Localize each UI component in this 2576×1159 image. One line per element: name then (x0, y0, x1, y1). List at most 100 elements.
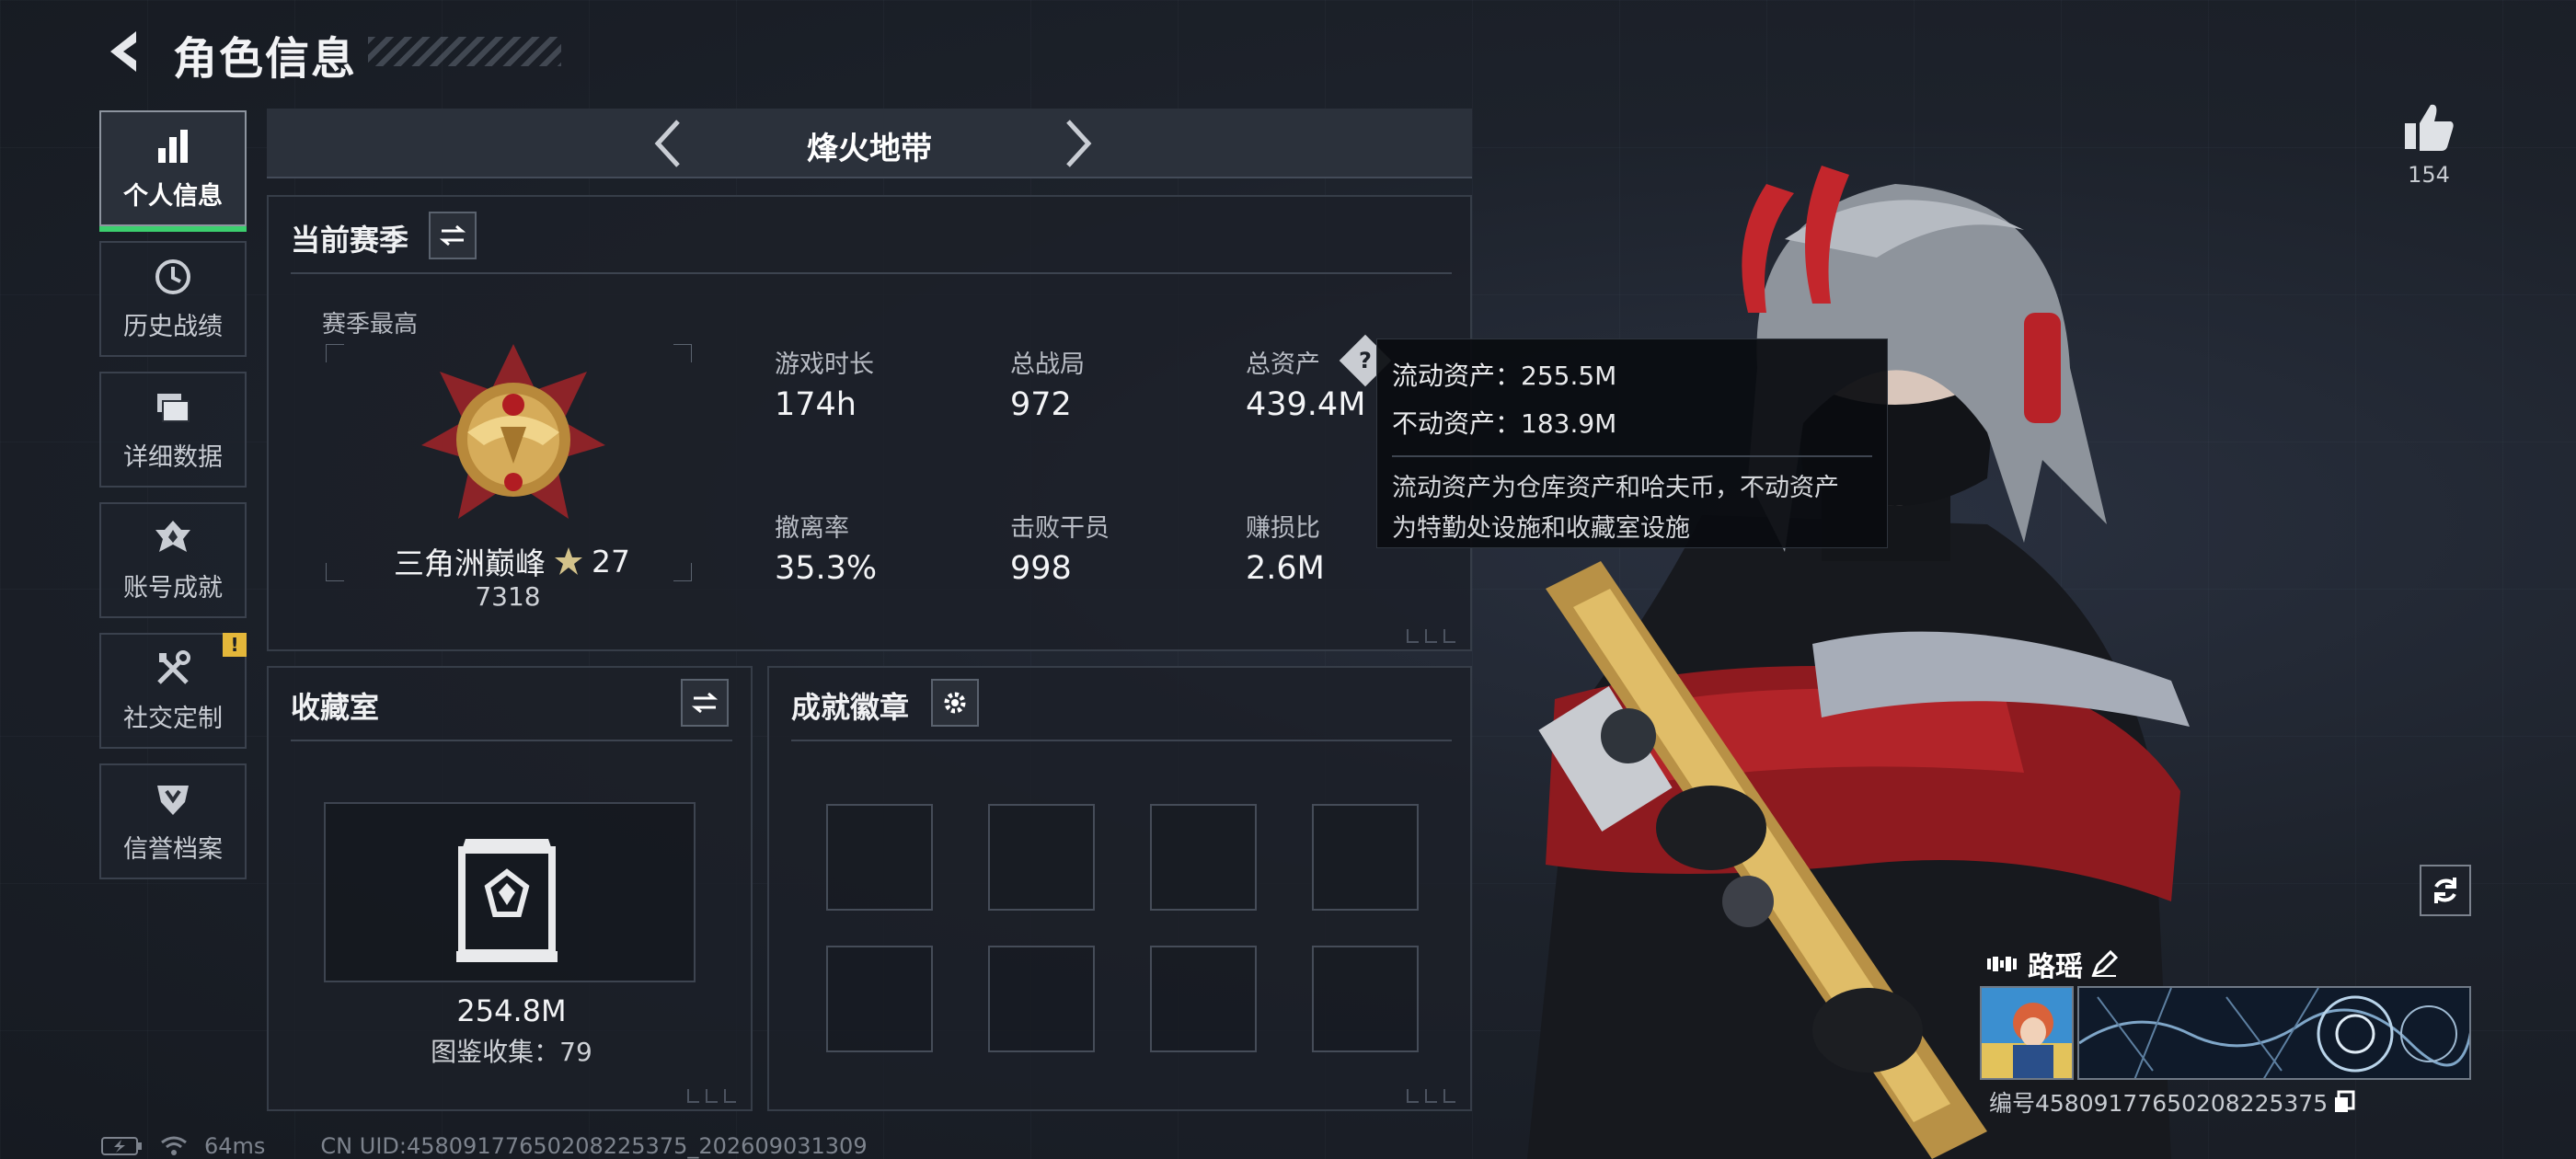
uid-text: CN UID:45809177650208225375_202609031309 (320, 1133, 868, 1159)
swap-icon (439, 224, 466, 247)
warning-badge: ! (223, 633, 247, 657)
mode-label: 烽火地带 (807, 131, 932, 167)
tooltip-description-line2: 为特勤处设施和收藏室设施 (1392, 514, 1690, 543)
corner-decoration (1406, 1089, 1461, 1104)
divider (791, 740, 1452, 741)
refresh-icon (2434, 878, 2456, 903)
corner-decoration (1406, 629, 1461, 644)
title-decoration (368, 37, 561, 66)
rotate-model-button[interactable] (2420, 865, 2471, 916)
season-title: 当前赛季 (291, 223, 409, 258)
nav-item-history[interactable]: 历史战绩 (99, 241, 247, 357)
stat-value-playtime: 174h (775, 386, 857, 423)
nav-item-personal-info[interactable]: 个人信息 (99, 110, 247, 232)
nav-item-reputation[interactable]: 信誉档案 (99, 763, 247, 879)
stat-value-total-matches: 972 (1010, 386, 1072, 423)
collection-title: 收藏室 (291, 690, 380, 725)
divider (1392, 455, 1872, 457)
battery-charging-icon (101, 1137, 142, 1155)
tooltip-description-line1: 流动资产为仓库资产和哈夫币，不动资产 (1392, 474, 1839, 502)
like-button[interactable]: 154 (2392, 101, 2466, 188)
badges-settings-button[interactable] (931, 679, 979, 727)
mode-next-button[interactable] (1051, 109, 1106, 178)
history-clock-icon (153, 257, 193, 297)
nav-label: 历史战绩 (123, 312, 223, 341)
badge-slot[interactable] (1312, 946, 1419, 1052)
player-id: 编号45809177650208225375 (1989, 1090, 2329, 1117)
nav-item-achievements[interactable]: 账号成就 (99, 502, 247, 618)
back-arrow-icon (110, 31, 136, 72)
stat-value-profit-ratio: 2.6M (1246, 550, 1325, 587)
display-case-icon (456, 835, 558, 964)
ping: 64ms (204, 1133, 266, 1159)
stat-label-total-assets: 总资产 (1246, 350, 1320, 379)
rank-emblem-icon (421, 344, 605, 537)
stat-label-extract-rate: 撤离率 (775, 514, 849, 543)
assets-tooltip: 流动资产：255.5M 不动资产：183.9M 流动资产为仓库资产和哈夫币，不动… (1376, 339, 1888, 548)
badges-title: 成就徽章 (791, 690, 910, 725)
gear-icon (944, 692, 966, 714)
nav-item-social-custom[interactable]: 社交定制 ! (99, 633, 247, 749)
chevron-right-icon (1066, 120, 1092, 167)
thumbs-up-icon (2405, 104, 2454, 151)
rank-star-count: 27 (592, 543, 630, 580)
badge-slot[interactable] (826, 946, 933, 1052)
stat-value-total-assets: 439.4M (1246, 386, 1366, 423)
tooltip-fixed-assets: 不动资产：183.9M (1392, 408, 1617, 439)
bar-chart-icon (153, 126, 193, 166)
badge-slot[interactable] (1312, 804, 1419, 911)
page-title: 角色信息 (173, 33, 358, 85)
player-name: 路瑶 (2028, 951, 2083, 983)
collection-panel[interactable]: 收藏室 254.8M 图鉴收集：79 (267, 666, 753, 1111)
badges-panel: 成就徽章 (767, 666, 1472, 1111)
badge-slot[interactable] (1150, 946, 1257, 1052)
corner-decoration (686, 1089, 742, 1104)
season-switch-button[interactable] (429, 212, 477, 259)
collection-switch-button[interactable] (681, 679, 729, 727)
divider (291, 272, 1452, 274)
stat-label-total-matches: 总战局 (1010, 350, 1085, 379)
badge-slot[interactable] (988, 946, 1095, 1052)
nav-label: 账号成就 (123, 573, 223, 602)
rank-name-row: 三角洲巅峰 27 (394, 539, 633, 583)
rank-name: 三角洲巅峰 (394, 545, 546, 581)
profile-banner[interactable] (2077, 986, 2471, 1080)
tools-icon (153, 648, 193, 689)
nav-label: 信誉档案 (123, 834, 223, 864)
collection-value: 254.8M (456, 993, 567, 1028)
stat-label-profit-ratio: 赚损比 (1246, 514, 1320, 543)
player-id-row: 编号45809177650208225375 (1989, 1085, 2355, 1119)
stat-label-playtime: 游戏时长 (775, 350, 874, 379)
chevron-left-icon (654, 120, 680, 167)
badge-slot[interactable] (1150, 804, 1257, 911)
nav-label: 个人信息 (123, 181, 223, 211)
collection-count: 图鉴收集：79 (431, 1037, 592, 1067)
mode-selector: 烽火地带 (267, 109, 1472, 178)
edit-pencil-icon[interactable] (2090, 950, 2118, 978)
back-button[interactable] (99, 24, 155, 79)
divider (291, 740, 732, 741)
copy-icon[interactable] (2333, 1090, 2355, 1114)
like-count: 154 (2408, 162, 2450, 188)
nav-item-detail-data[interactable]: 详细数据 (99, 372, 247, 488)
badge-slot[interactable] (826, 804, 933, 911)
rank-score: 7318 (475, 581, 541, 612)
stat-label-kills: 击败干员 (1010, 514, 1110, 543)
avatar[interactable] (1980, 986, 2074, 1080)
reputation-shield-icon (153, 779, 193, 820)
signal-level-icon (1987, 957, 2017, 971)
player-name-row: 路瑶 (1987, 944, 2118, 984)
nav-label: 社交定制 (123, 704, 223, 733)
season-best-label: 赛季最高 (322, 311, 419, 339)
swap-icon (691, 692, 719, 714)
badge-slot[interactable] (988, 804, 1095, 911)
stat-value-kills: 998 (1010, 550, 1072, 587)
stat-value-extract-rate: 35.3% (775, 550, 878, 587)
nav-label: 详细数据 (123, 442, 223, 472)
mode-prev-button[interactable] (640, 109, 696, 178)
star-icon (555, 547, 582, 575)
wifi-icon (161, 1136, 187, 1155)
tooltip-liquid-assets: 流动资产：255.5M (1392, 361, 1617, 391)
season-panel: 当前赛季 赛季最高 三角洲巅峰 27 7318 游戏时长 174h 总战局 97… (267, 195, 1472, 651)
status-bar: 64ms CN UID:45809177650208225375_2026090… (101, 1133, 868, 1159)
